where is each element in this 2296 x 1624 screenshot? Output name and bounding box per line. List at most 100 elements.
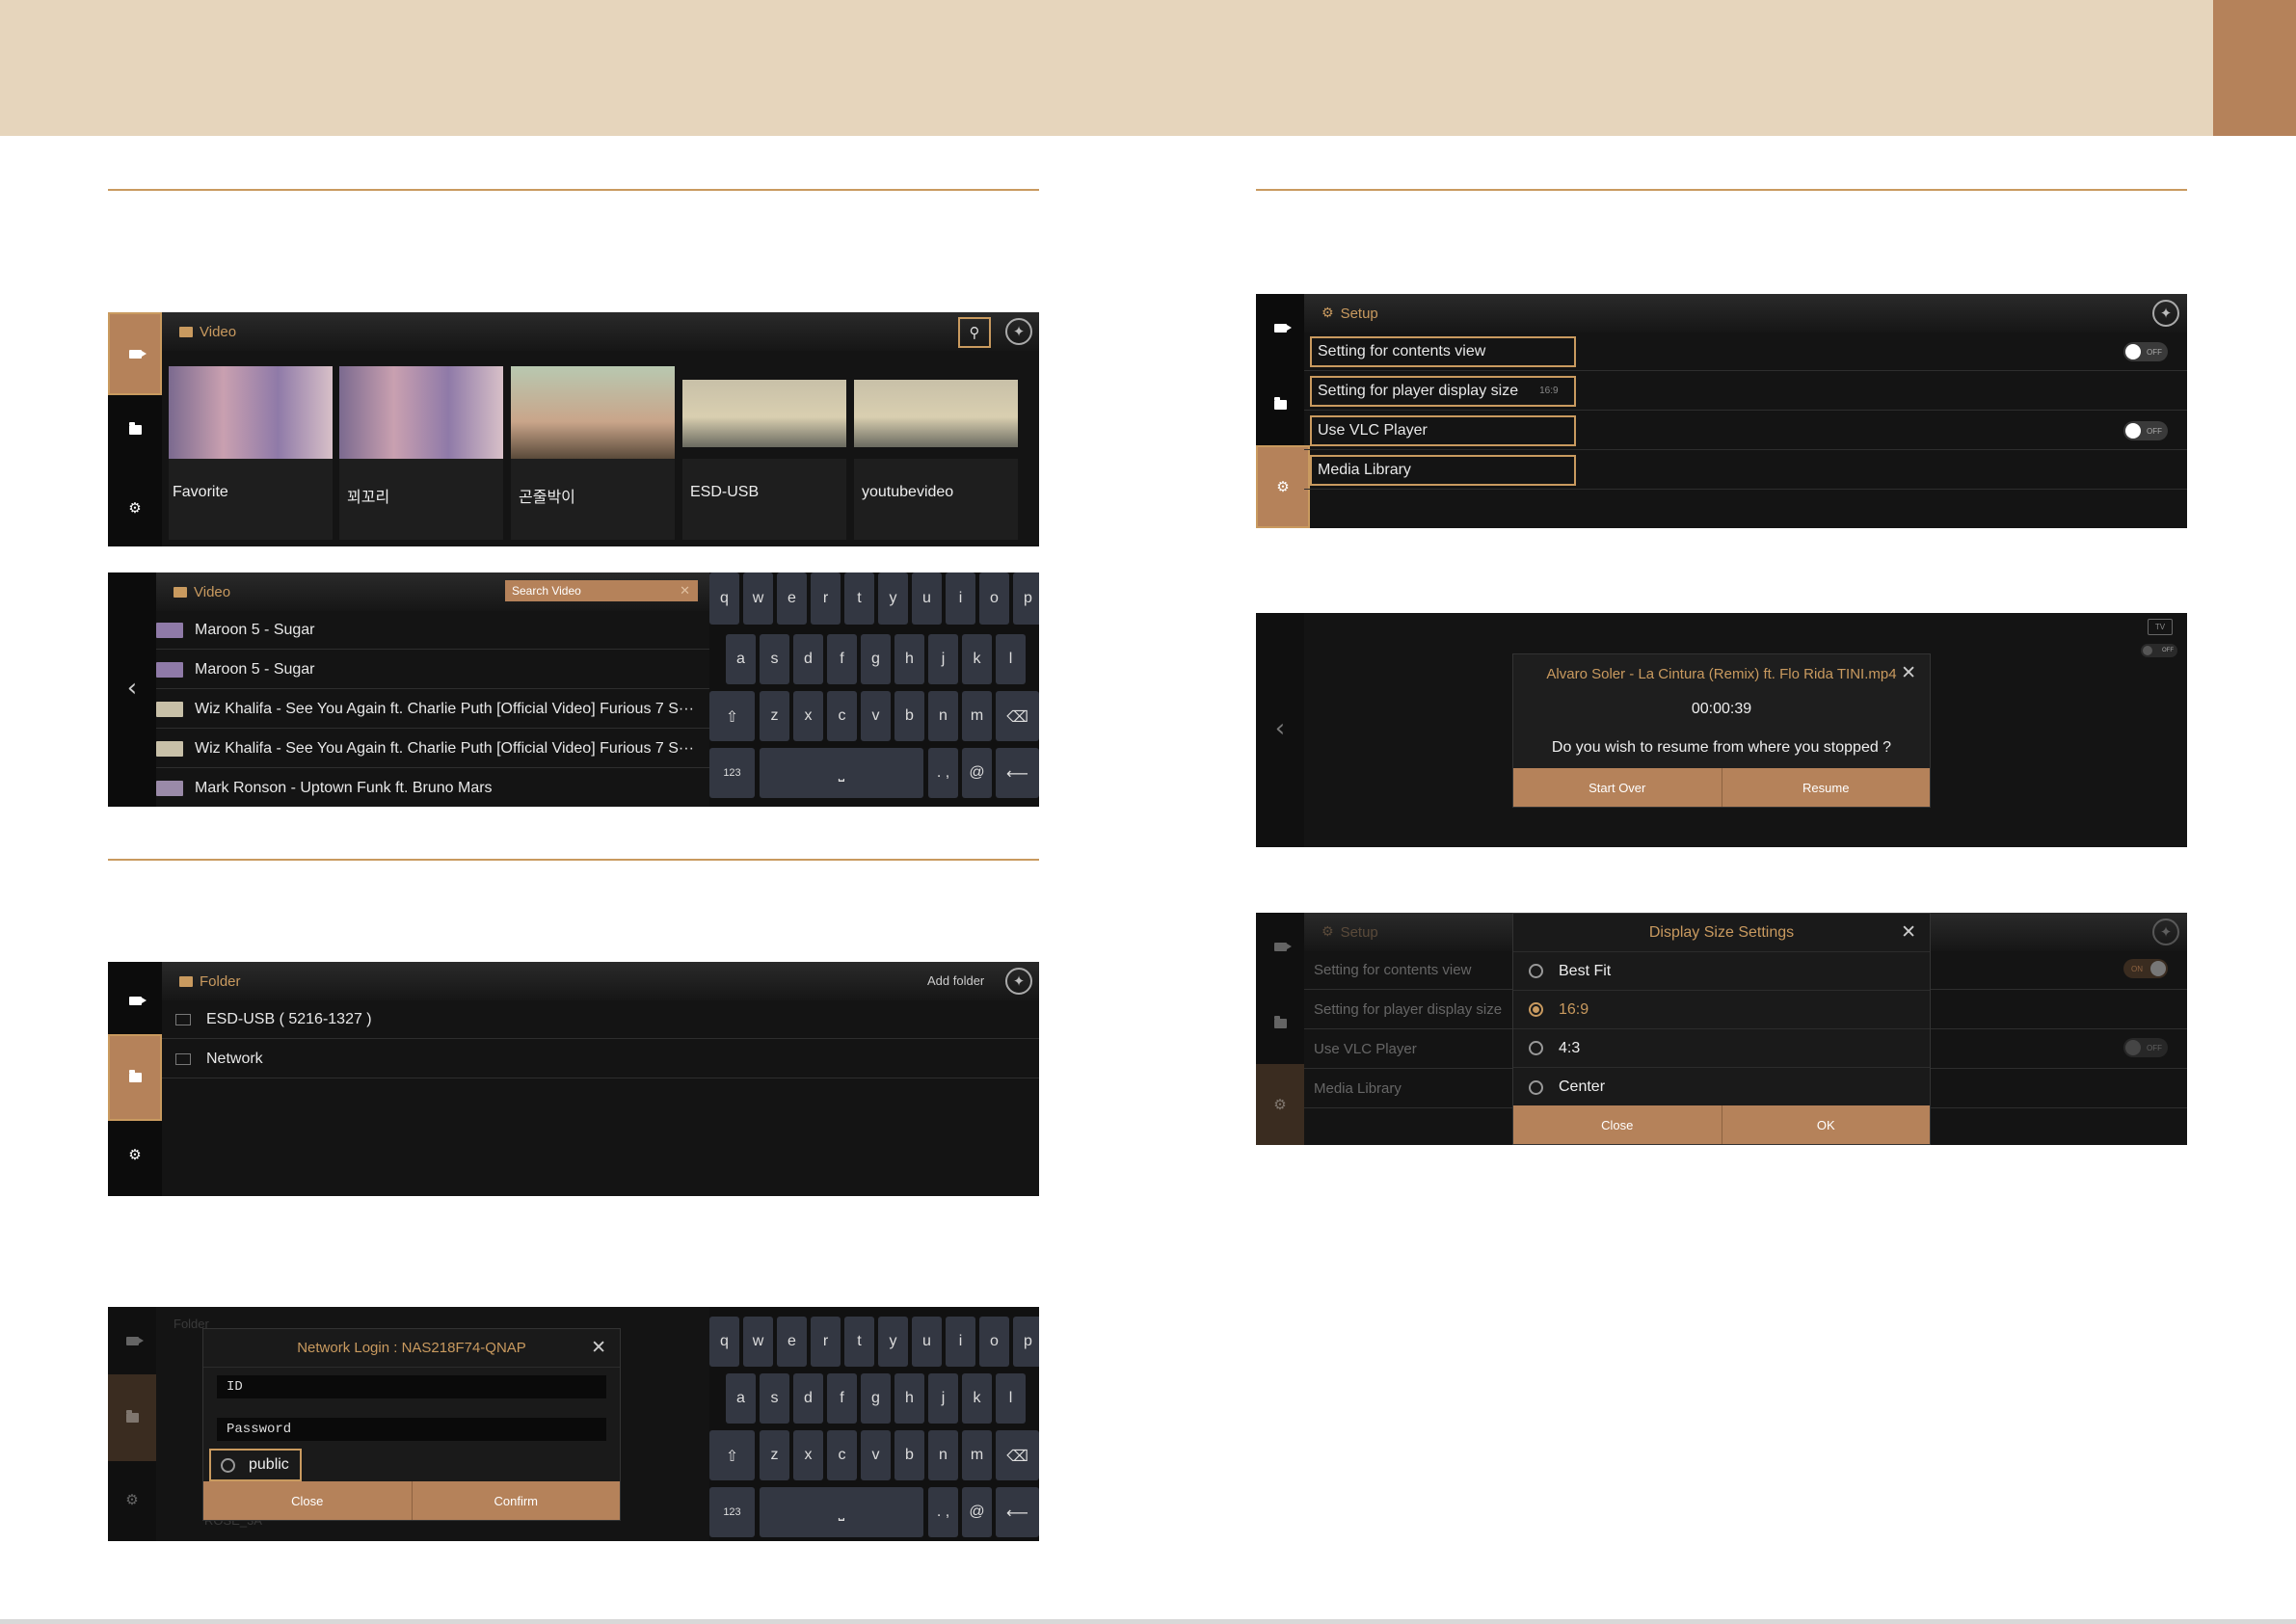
close-button[interactable]: Close xyxy=(203,1481,413,1520)
gear-icon[interactable]: ⚙ xyxy=(108,1121,162,1188)
close-icon[interactable]: ✕ xyxy=(1901,923,1916,942)
key[interactable]: s xyxy=(760,1373,789,1424)
toggle[interactable]: OFF xyxy=(2141,644,2177,657)
gear-icon[interactable]: ⚙ xyxy=(108,474,162,542)
key[interactable]: a xyxy=(726,1373,756,1424)
key[interactable]: i xyxy=(946,1317,975,1367)
key[interactable]: q xyxy=(709,572,739,625)
tile-youtubevideo[interactable]: youtubevideo xyxy=(854,366,1018,540)
key[interactable]: f xyxy=(827,1373,857,1424)
key[interactable]: z xyxy=(760,691,789,741)
key[interactable]: j xyxy=(928,634,958,684)
ok-button[interactable]: OK xyxy=(1722,1105,1930,1144)
folder-icon[interactable] xyxy=(108,396,162,464)
tile-oriole[interactable]: 꾀꼬리 xyxy=(339,366,503,540)
key[interactable]: g xyxy=(861,634,891,684)
tv-icon[interactable]: TV xyxy=(2148,619,2173,635)
key[interactable]: y xyxy=(878,1317,908,1367)
list-item[interactable]: Wiz Khalifa - See You Again ft. Charlie … xyxy=(195,740,694,758)
key[interactable]: n xyxy=(928,691,958,741)
key[interactable]: c xyxy=(827,1430,857,1480)
key[interactable]: o xyxy=(979,1317,1009,1367)
backspace-key[interactable]: ⌫ xyxy=(996,691,1039,741)
close-button[interactable]: Close xyxy=(1513,1105,1722,1144)
camera-icon[interactable] xyxy=(1256,294,1304,361)
key[interactable]: c xyxy=(827,691,857,741)
key[interactable]: s xyxy=(760,634,789,684)
gear-icon[interactable]: ⚙ xyxy=(1256,445,1310,528)
key[interactable]: p xyxy=(1013,1317,1039,1367)
option-center[interactable]: Center xyxy=(1513,1068,1930,1106)
key[interactable]: i xyxy=(946,572,975,625)
list-item[interactable]: Mark Ronson - Uptown Funk ft. Bruno Mars xyxy=(195,780,493,797)
key[interactable]: r xyxy=(811,572,841,625)
option-best-fit[interactable]: Best Fit xyxy=(1513,952,1930,991)
setting-vlc-player[interactable]: Use VLC Player xyxy=(1310,414,1576,446)
key[interactable]: a xyxy=(726,634,756,684)
password-field[interactable]: Password xyxy=(217,1418,606,1441)
enter-key[interactable]: ⟵ xyxy=(996,1487,1039,1537)
key[interactable]: j xyxy=(928,1373,958,1424)
key[interactable]: b xyxy=(894,691,924,741)
key[interactable]: t xyxy=(844,1317,874,1367)
numbers-key[interactable]: 123 xyxy=(709,748,755,798)
key[interactable]: l xyxy=(996,634,1026,684)
key[interactable]: o xyxy=(979,572,1009,625)
key[interactable]: k xyxy=(962,634,992,684)
list-item[interactable]: Wiz Khalifa - See You Again ft. Charlie … xyxy=(195,701,694,718)
camera-icon[interactable] xyxy=(108,312,162,395)
key[interactable]: b xyxy=(894,1430,924,1480)
shift-key[interactable]: ⇧ xyxy=(709,691,755,741)
key[interactable]: v xyxy=(861,1430,891,1480)
list-item[interactable]: ESD-USB ( 5216-1327 ) xyxy=(206,1011,372,1028)
key[interactable]: t xyxy=(844,572,874,625)
logo-icon[interactable]: ✦ xyxy=(1005,318,1032,345)
space-key[interactable]: ⎵ xyxy=(760,1487,923,1537)
close-icon[interactable]: ✕ xyxy=(680,583,690,599)
key[interactable]: v xyxy=(861,691,891,741)
key[interactable]: k xyxy=(962,1373,992,1424)
key[interactable]: w xyxy=(743,1317,773,1367)
at-key[interactable]: @ xyxy=(962,1487,992,1537)
key[interactable]: f xyxy=(827,634,857,684)
camera-icon[interactable] xyxy=(108,967,162,1034)
close-icon[interactable]: ✕ xyxy=(1901,664,1916,682)
public-option[interactable]: public xyxy=(209,1449,302,1481)
shift-key[interactable]: ⇧ xyxy=(709,1430,755,1480)
start-over-button[interactable]: Start Over xyxy=(1513,768,1722,807)
add-folder-button[interactable]: Add folder xyxy=(927,973,984,988)
key[interactable]: y xyxy=(878,572,908,625)
key[interactable]: z xyxy=(760,1430,789,1480)
option-16-9[interactable]: 16:9 xyxy=(1513,991,1930,1029)
confirm-button[interactable]: Confirm xyxy=(412,1481,620,1520)
key[interactable]: h xyxy=(894,634,924,684)
close-icon[interactable]: ✕ xyxy=(591,1339,606,1357)
back-chevron-icon[interactable]: ‹ xyxy=(1256,690,1304,767)
key[interactable]: g xyxy=(861,1373,891,1424)
search-input[interactable]: Search Video ✕ xyxy=(505,580,698,601)
key[interactable]: r xyxy=(811,1317,841,1367)
tile-favorite[interactable]: Favorite xyxy=(169,366,333,540)
id-field[interactable]: ID xyxy=(217,1375,606,1398)
list-item[interactable]: Maroon 5 - Sugar xyxy=(195,622,315,639)
at-key[interactable]: @ xyxy=(962,748,992,798)
key[interactable]: m xyxy=(962,691,992,741)
back-chevron-icon[interactable]: ‹ xyxy=(108,650,156,727)
tile-tit[interactable]: 곤줄박이 xyxy=(511,366,675,540)
folder-icon[interactable] xyxy=(1256,371,1304,439)
key[interactable]: n xyxy=(928,1430,958,1480)
logo-icon[interactable]: ✦ xyxy=(2152,300,2179,327)
folder-icon[interactable] xyxy=(108,1034,162,1121)
numbers-key[interactable]: 123 xyxy=(709,1487,755,1537)
key[interactable]: e xyxy=(777,572,807,625)
option-4-3[interactable]: 4:3 xyxy=(1513,1029,1930,1068)
key[interactable]: m xyxy=(962,1430,992,1480)
resume-button[interactable]: Resume xyxy=(1722,768,1930,807)
key[interactable]: u xyxy=(912,572,942,625)
key[interactable]: w xyxy=(743,572,773,625)
search-icon[interactable]: ⚲ xyxy=(958,317,991,348)
logo-icon[interactable]: ✦ xyxy=(1005,968,1032,995)
key[interactable]: h xyxy=(894,1373,924,1424)
setting-contents-view[interactable]: Setting for contents view xyxy=(1310,335,1576,367)
list-item[interactable]: Maroon 5 - Sugar xyxy=(195,661,315,679)
